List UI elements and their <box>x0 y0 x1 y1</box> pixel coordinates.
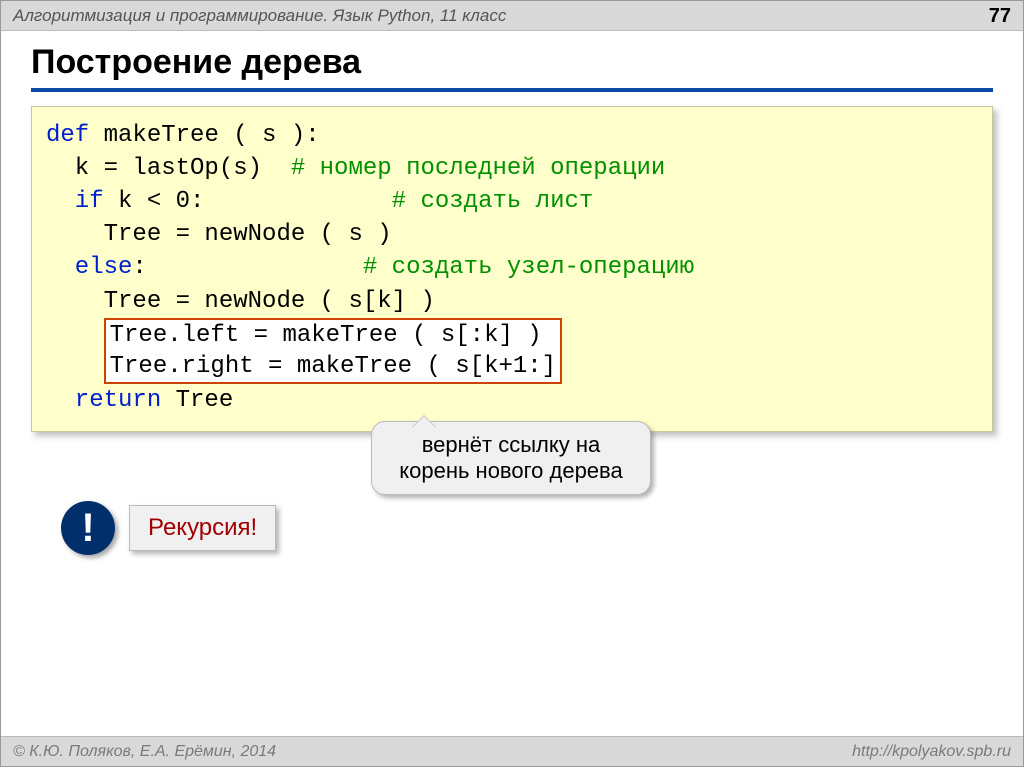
page-number: 77 <box>989 1 1011 30</box>
hl-line-2: Tree.right = makeTree ( s[k+1:] <box>110 353 556 380</box>
callout-bubble: вернёт ссылку на корень нового дерева <box>371 421 651 495</box>
comment-1: # номер последней операции <box>291 155 665 182</box>
code-line-2a: k = lastOp(s) <box>46 155 291 182</box>
slide-content: Построение дерева def makeTree ( s ): k … <box>1 31 1023 432</box>
kw-if: if <box>46 188 104 215</box>
recursion-highlight: Tree.left = makeTree ( s[:k] ) Tree.righ… <box>104 318 562 384</box>
footer-bar: © К.Ю. Поляков, Е.А. Ерёмин, 2014 http:/… <box>1 736 1023 766</box>
note-row: ! Рекурсия! <box>61 501 276 555</box>
code-line-3a: k < 0: <box>104 188 392 215</box>
footer-url: http://kpolyakov.spb.ru <box>852 743 1011 761</box>
kw-return: return <box>46 387 161 414</box>
note-label: Рекурсия! <box>129 505 276 551</box>
comment-3: # создать узел-операцию <box>363 254 694 281</box>
kw-def: def <box>46 122 89 149</box>
kw-else: else <box>46 254 132 281</box>
return-tail: Tree <box>161 387 233 414</box>
course-title: Алгоритмизация и программирование. Язык … <box>13 1 506 30</box>
comment-2: # создать лист <box>392 188 594 215</box>
code-panel: def makeTree ( s ): k = lastOp(s) # номе… <box>31 106 993 432</box>
hl-line-1: Tree.left = makeTree ( s[:k] ) <box>110 322 542 349</box>
header-bar: Алгоритмизация и программирование. Язык … <box>1 1 1023 31</box>
exclamation-icon: ! <box>61 501 115 555</box>
slide-title: Построение дерева <box>31 43 993 92</box>
code-line-5a: : <box>132 254 362 281</box>
code-line-4: Tree = newNode ( s ) <box>46 221 392 248</box>
code-line-6: Tree = newNode ( s[k] ) <box>46 288 435 315</box>
fn-sig: makeTree ( s ): <box>89 122 319 149</box>
copyright: © К.Ю. Поляков, Е.А. Ерёмин, 2014 <box>13 743 276 761</box>
